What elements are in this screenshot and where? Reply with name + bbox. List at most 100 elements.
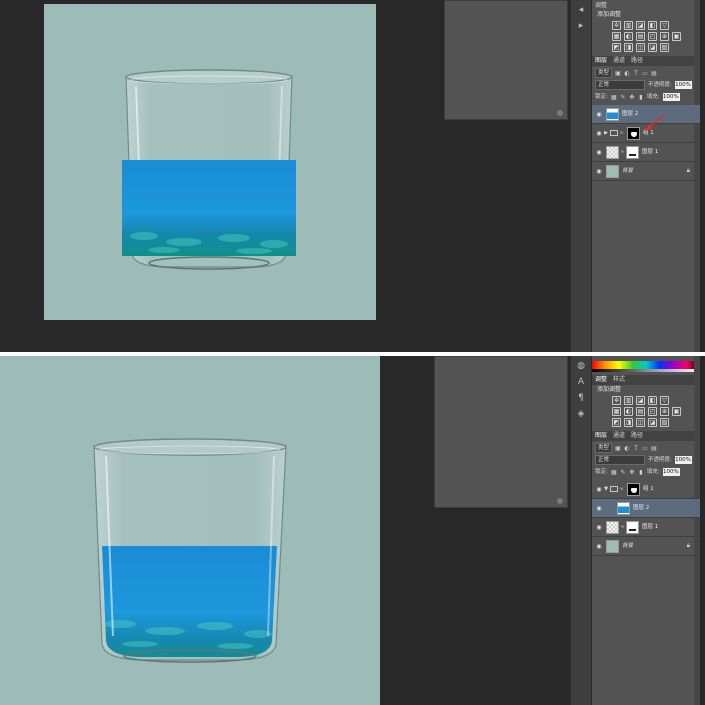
visibility-eye-icon[interactable]: ◉ xyxy=(595,149,603,156)
posterize-icon[interactable]: ◨ xyxy=(624,43,633,52)
brightness-icon[interactable]: ✲ xyxy=(612,396,621,405)
gradient-map-icon[interactable]: ◪ xyxy=(648,43,657,52)
layer-name[interactable]: 背景 xyxy=(622,542,633,550)
levels-icon[interactable]: ▥ xyxy=(624,21,633,30)
visibility-eye-icon[interactable]: ◉ xyxy=(595,524,603,531)
resize-grip-icon[interactable] xyxy=(557,110,563,116)
threshold-icon[interactable]: ◫ xyxy=(636,43,645,52)
blend-mode-select[interactable]: 正常 xyxy=(595,455,645,465)
layer-row-layer-1[interactable]: ◉ ∞ 图层 1 xyxy=(592,518,700,537)
lock-all-icon[interactable]: ▮ xyxy=(638,469,644,476)
visibility-eye-icon[interactable]: ◉ xyxy=(595,486,603,493)
tab-adjustments[interactable]: 调整 xyxy=(595,376,607,384)
filter-adjust-icon[interactable]: ◐ xyxy=(624,445,630,452)
filter-smart-icon[interactable]: ▤ xyxy=(651,70,657,77)
layer-mask-thumbnail[interactable] xyxy=(626,520,639,534)
layer-mask-thumbnail[interactable] xyxy=(626,145,639,159)
visibility-eye-icon[interactable]: ◉ xyxy=(595,168,603,175)
fill-field[interactable]: 100% xyxy=(662,468,680,476)
tab-layers[interactable]: 图层 xyxy=(595,432,607,440)
floating-panel[interactable] xyxy=(444,0,568,120)
color-balance-icon[interactable]: ◐ xyxy=(624,407,633,416)
tab-channels[interactable]: 通道 xyxy=(613,57,625,65)
curves-icon[interactable]: ◪ xyxy=(636,396,645,405)
color-lookup-icon[interactable]: ▣ xyxy=(672,32,681,41)
filter-pixel-icon[interactable]: ▣ xyxy=(615,70,621,77)
hue-saturation-icon[interactable]: ▦ xyxy=(612,32,621,41)
document-canvas[interactable] xyxy=(44,4,376,320)
lock-position-icon[interactable]: ✥ xyxy=(629,94,635,101)
lock-pixels-icon[interactable]: ✎ xyxy=(620,94,626,101)
blend-mode-select[interactable]: 正常 xyxy=(595,80,645,90)
filter-pixel-icon[interactable]: ▣ xyxy=(615,445,621,452)
info-icon[interactable]: ◂ xyxy=(574,4,588,16)
invert-icon[interactable]: ◩ xyxy=(612,43,621,52)
visibility-eye-icon[interactable]: ◉ xyxy=(595,543,603,550)
adjustments-tab[interactable]: 调整 xyxy=(595,2,700,10)
layer-row-background[interactable]: ◉ 背景 🔒︎ xyxy=(592,537,700,556)
layer-name[interactable]: 图层 1 xyxy=(642,523,658,531)
layer-name[interactable]: 背景 xyxy=(622,167,633,175)
brightness-icon[interactable]: ✲ xyxy=(612,21,621,30)
visibility-eye-icon[interactable]: ◉ xyxy=(595,130,603,137)
opacity-field[interactable]: 100% xyxy=(674,81,692,89)
lock-pixels-icon[interactable]: ✎ xyxy=(620,469,626,476)
layer-row-group-1[interactable]: ◉ ▼ ∞ 组 1 xyxy=(592,480,700,499)
layer-name[interactable]: 图层 1 xyxy=(642,148,658,156)
photo-filter-icon[interactable]: ◰ xyxy=(648,32,657,41)
photo-filter-icon[interactable]: ◰ xyxy=(648,407,657,416)
invert-icon[interactable]: ◩ xyxy=(612,418,621,427)
document-canvas[interactable] xyxy=(0,356,380,705)
color-balance-icon[interactable]: ◐ xyxy=(624,32,633,41)
group-mask-thumbnail[interactable] xyxy=(627,126,640,140)
gradient-map-icon[interactable]: ◪ xyxy=(648,418,657,427)
selective-color-icon[interactable]: ▧ xyxy=(660,43,669,52)
layer-name[interactable]: 图层 2 xyxy=(622,110,638,118)
tab-paths[interactable]: 路径 xyxy=(631,57,643,65)
lock-all-icon[interactable]: ▮ xyxy=(638,94,644,101)
visibility-eye-icon[interactable]: ◉ xyxy=(595,111,603,118)
group-expand-arrow-icon[interactable]: ▶ xyxy=(603,130,609,136)
opacity-field[interactable]: 100% xyxy=(674,456,692,464)
layer-kind-select[interactable]: 类型 xyxy=(595,68,613,78)
layer-name[interactable]: 图层 2 xyxy=(633,504,649,512)
style-icon[interactable]: ◈ xyxy=(574,408,588,420)
group-collapse-arrow-icon[interactable]: ▼ xyxy=(603,486,609,492)
curves-icon[interactable]: ◪ xyxy=(636,21,645,30)
floating-panel[interactable] xyxy=(434,356,568,508)
info-icon[interactable]: ◍ xyxy=(574,360,588,372)
layer-row-layer-2[interactable]: ◉ 图层 2 xyxy=(592,499,700,518)
filter-adjust-icon[interactable]: ◐ xyxy=(624,70,630,77)
levels-icon[interactable]: ▥ xyxy=(624,396,633,405)
channel-mixer-icon[interactable]: ⊕ xyxy=(660,32,669,41)
channel-mixer-icon[interactable]: ⊕ xyxy=(660,407,669,416)
paragraph-icon[interactable]: ¶ xyxy=(574,392,588,404)
lock-transparent-icon[interactable]: ▦ xyxy=(611,94,617,101)
lock-transparent-icon[interactable]: ▦ xyxy=(611,469,617,476)
black-white-icon[interactable]: ▤ xyxy=(636,407,645,416)
black-white-icon[interactable]: ▤ xyxy=(636,32,645,41)
filter-type-icon[interactable]: T xyxy=(633,70,639,77)
tab-styles[interactable]: 样式 xyxy=(613,376,625,384)
tab-channels[interactable]: 通道 xyxy=(613,432,625,440)
exposure-icon[interactable]: ◧ xyxy=(648,21,657,30)
exposure-icon[interactable]: ◧ xyxy=(648,396,657,405)
color-lookup-icon[interactable]: ▣ xyxy=(672,407,681,416)
tab-layers[interactable]: 图层 xyxy=(595,57,607,65)
filter-shape-icon[interactable]: ▭ xyxy=(642,70,648,77)
layer-kind-select[interactable]: 类型 xyxy=(595,443,613,453)
vibrance-icon[interactable]: ▽ xyxy=(660,21,669,30)
threshold-icon[interactable]: ◫ xyxy=(636,418,645,427)
layer-row-background[interactable]: ◉ 背景 🔒︎ xyxy=(592,162,700,181)
expand-icon[interactable]: ▸ xyxy=(574,20,588,32)
lock-position-icon[interactable]: ✥ xyxy=(629,469,635,476)
visibility-eye-icon[interactable]: ◉ xyxy=(595,505,603,512)
vibrance-icon[interactable]: ▽ xyxy=(660,396,669,405)
resize-grip-icon[interactable] xyxy=(557,498,563,504)
filter-shape-icon[interactable]: ▭ xyxy=(642,445,648,452)
hue-saturation-icon[interactable]: ▦ xyxy=(612,407,621,416)
color-spectrum[interactable] xyxy=(592,361,700,369)
layer-name[interactable]: 组 1 xyxy=(643,485,654,493)
posterize-icon[interactable]: ◨ xyxy=(624,418,633,427)
fill-field[interactable]: 100% xyxy=(662,93,680,101)
